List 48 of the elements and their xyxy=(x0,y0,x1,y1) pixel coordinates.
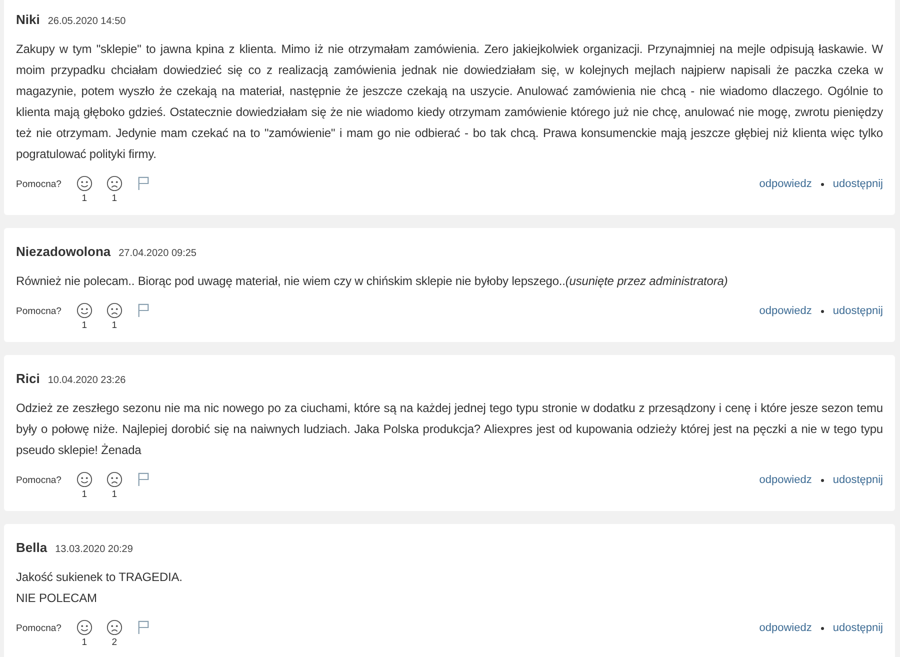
smiley-icon[interactable] xyxy=(76,471,93,488)
reply-link[interactable]: odpowiedz xyxy=(759,474,812,486)
dislike-count: 2 xyxy=(112,637,118,648)
share-link[interactable]: udostępnij xyxy=(832,474,883,486)
author-name: Niki xyxy=(16,12,40,27)
flag-icon[interactable] xyxy=(137,303,150,318)
share-link[interactable]: udostępnij xyxy=(832,305,883,317)
review-date: 13.03.2020 20:29 xyxy=(55,544,133,555)
dislike-count: 1 xyxy=(112,320,118,331)
helpful-label: Pomocna? xyxy=(16,179,62,190)
reply-link[interactable]: odpowiedz xyxy=(759,305,812,317)
review-date: 26.05.2020 14:50 xyxy=(48,16,126,27)
smiley-icon[interactable] xyxy=(76,302,93,319)
flag-icon[interactable] xyxy=(137,472,150,487)
dislike-count: 1 xyxy=(112,193,118,204)
helpful-label: Pomocna? xyxy=(16,623,62,634)
helpful-label: Pomocna? xyxy=(16,306,62,317)
helpful-label: Pomocna? xyxy=(16,475,62,486)
like-count: 1 xyxy=(82,489,88,500)
like-count: 1 xyxy=(82,193,88,204)
separator-dot xyxy=(820,626,824,630)
like-count: 1 xyxy=(82,637,88,648)
flag-icon[interactable] xyxy=(137,620,150,635)
review-text: Również nie polecam.. Biorąc pod uwagę materiał, nie wiem czy w chińskim sklepie nie byłoby lepszego..(usunięte przez administratora) xyxy=(16,273,729,290)
review-text: Odzież ze zeszłego sezonu nie ma nic nowego po za ciuchami, które są na każdej jednej tego typu stronie w dodatku z przesądzony i cenę i które jesze sezon temu były o połowę niże. Najlepiej dorobić się na naiwnych ludziach. Jaka Polska produkcja? Aliexpres jest od kupowania odzieży której jest na pęczki a nie w tego typu pseudo sklepie! Żenada xyxy=(16,400,883,459)
flag-icon[interactable] xyxy=(137,176,150,191)
separator-dot xyxy=(820,478,824,482)
review-text: Jakość sukienek to TRAGEDIA. NIE POLECAM xyxy=(16,569,184,607)
sad-face-icon[interactable] xyxy=(106,619,123,636)
sad-face-icon[interactable] xyxy=(106,471,123,488)
review-date: 27.04.2020 09:25 xyxy=(118,248,196,259)
author-name: Niezadowolona xyxy=(16,244,111,259)
separator-dot xyxy=(820,182,824,186)
review-date: 10.04.2020 23:26 xyxy=(48,375,126,386)
share-link[interactable]: udostępnij xyxy=(832,178,883,190)
author-name: Rici xyxy=(16,371,40,386)
author-name: Bella xyxy=(16,540,48,555)
reply-link[interactable]: odpowiedz xyxy=(759,178,812,190)
sad-face-icon[interactable] xyxy=(106,175,123,192)
smiley-icon[interactable] xyxy=(76,175,93,192)
share-link[interactable]: udostępnij xyxy=(832,622,883,634)
like-count: 1 xyxy=(82,320,88,331)
reply-link[interactable]: odpowiedz xyxy=(759,622,812,634)
sad-face-icon[interactable] xyxy=(106,302,123,319)
separator-dot xyxy=(820,310,824,312)
review-text: Zakupy w tym "sklepie" to jawna kpina z klienta. Mimo iż nie otrzymałam zamówienia. Zero jakiejkolwiek organizacji. Przynajmniej na mejle odpisują łaskawie. W moim przypadku chciałam dowiedzieć się co z realizacją zamówienia jednak nie dowiedziałam się, w kolejnych mejlach najpierw napisali że paczka czeka w magazynie, potem wyszło że czekają na materiał, następnie że jeszcze czekają na uszycie. Anulować zamówienia nie chcą - nie wiadomo dlaczego. Ogólnie to klienta mają głęboko gdzieś. Ostatecznie dowiedziałam się że nie wiadomo kiedy otrzymam zamówienie którego już nie chcę, anulować nie mogę, zwrotu pieniędzy też nie otrzymam. Jedynie mam czekać na to "zamówienie" i mam go nie odbierać - bo tak chcą. Prawa konsumenckie mają jeszcze głębiej niż klienta więc tylko pogratulować polityki firmy. xyxy=(16,41,883,163)
smiley-icon[interactable] xyxy=(76,619,93,636)
dislike-count: 1 xyxy=(112,489,118,500)
